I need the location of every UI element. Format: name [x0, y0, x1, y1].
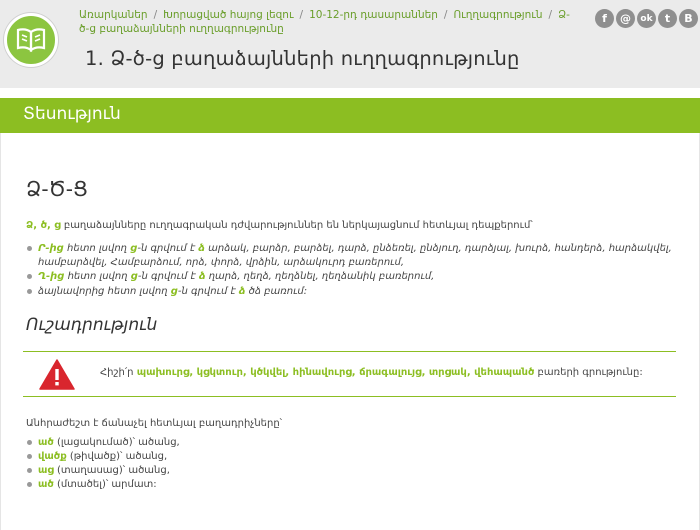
morpheme-word: ած — [38, 479, 54, 490]
highlight-letters: Ձ, ծ, ց — [26, 220, 61, 231]
morpheme-word: աց — [38, 465, 54, 476]
notice-prefix: Հիշի՛ր — [100, 367, 137, 378]
breadcrumb-orthography[interactable]: Ուղղագրություն — [453, 9, 542, 21]
warning-icon — [39, 359, 75, 390]
rule-examples: ծձ բառում: — [245, 285, 308, 297]
written-letter: ձ — [238, 285, 246, 297]
intro-paragraph: Ձ, ծ, ց բաղաձայնները ուղղագրական դժվարու… — [26, 220, 676, 231]
rule-text: -ն գրվում է — [177, 285, 239, 297]
rule-examples: ղարձ, ղեղձ, ղեղձնել, ղեղձանիկ բառերում, — [205, 271, 435, 282]
attention-title: Ուշադրություն — [26, 315, 158, 335]
written-letter: ձ — [198, 271, 206, 282]
heard-letter: ց — [170, 285, 178, 297]
book-logo-icon[interactable] — [4, 13, 58, 67]
rule-prefix: Ղ-ից — [38, 271, 65, 282]
intro-text: բաղաձայնները ուղղագրական դժվարություններ… — [60, 220, 533, 231]
rule-text: հետո լսվող — [63, 243, 131, 254]
morpheme-meaning: (մտածել)՝ արմատ: — [53, 479, 157, 490]
email-icon[interactable]: @ — [616, 9, 635, 28]
notice-text: Հիշի՛ր պախուրց, կցկտուր, կծկվել, հինավու… — [100, 367, 643, 378]
breadcrumb-separator: / — [548, 9, 553, 21]
notice-words: պախուրց, կցկտուր, կծկվել, հինավուրց, ճրա… — [136, 367, 535, 378]
breadcrumb-separator: / — [299, 9, 304, 21]
list-item: Ր-ից հետո լսվող ց-ն գրվում է ձ արձակ, բա… — [26, 242, 676, 269]
breadcrumb-subjects[interactable]: Առարկաներ — [79, 9, 148, 21]
morpheme-word: ած — [38, 437, 54, 448]
morpheme-meaning: (թիվածք)՝ ածանց, — [66, 451, 168, 462]
page-header: Առարկաներ / Խորացված հայոց լեզու / 10-12-րդ … — [0, 0, 700, 88]
list-item: ած (լացակումած)՝ ածանց, — [26, 436, 180, 450]
social-share-bar: f @ ok t B — [595, 9, 698, 28]
rule-text: հետո լսվող — [64, 271, 131, 282]
morpheme-meaning: (տաղասաց)՝ ածանց, — [53, 465, 170, 476]
morpheme-list-intro: Անհրաժեշտ է ճանաչել հետևյալ բաղադրիչները… — [26, 418, 283, 429]
vk-icon[interactable]: B — [679, 9, 698, 28]
notice-suffix: բառերի գրությունը: — [534, 367, 643, 378]
odnoklassniki-icon[interactable]: ok — [637, 9, 656, 28]
section-title: Ձ-Ծ-Ց — [26, 177, 88, 201]
rule-text: -ն գրվում է — [137, 271, 199, 282]
notice-box: Հիշի՛ր պախուրց, կցկտուր, կծկվել, հինավու… — [23, 351, 676, 397]
list-item: վածք (թիվածք)՝ ածանց, — [26, 450, 180, 464]
breadcrumb-advanced-armenian[interactable]: Խորացված հայոց լեզու — [163, 9, 293, 21]
list-item: ած (մտածել)՝ արմատ: — [26, 478, 180, 492]
list-item: Ղ-ից հետո լսվող ց-ն գրվում է ձ ղարձ, ղեղ… — [26, 270, 676, 284]
facebook-icon[interactable]: f — [595, 9, 614, 28]
morpheme-meaning: (լացակումած)՝ ածանց, — [53, 437, 180, 448]
breadcrumb-separator: / — [443, 9, 448, 21]
rule-text: ձայնավորից հետո լսվող — [38, 285, 171, 297]
breadcrumb: Առարկաներ / Խորացված հայոց լեզու / 10-12-րդ … — [79, 8, 579, 36]
list-item: աց (տաղասաց)՝ ածանց, — [26, 464, 180, 478]
morpheme-list: ած (լացակումած)՝ ածանց, վածք (թիվածք)՝ ա… — [26, 436, 180, 492]
twitter-icon[interactable]: t — [658, 9, 677, 28]
rule-prefix: Ր-ից — [38, 243, 64, 254]
morpheme-word: վածք — [38, 451, 67, 462]
breadcrumb-separator: / — [153, 9, 158, 21]
heard-letter: ց — [130, 271, 138, 282]
breadcrumb-grades[interactable]: 10-12-րդ դասարաններ — [309, 9, 438, 21]
theory-section-header: Տեսություն — [0, 98, 700, 133]
page-title: 1. Ձ-ծ-ց բաղաձայնների ուղղագրությունը — [85, 47, 520, 70]
list-item: ձայնավորից հետո լսվող ց-ն գրվում է ձ ծձ … — [26, 285, 676, 299]
written-letter: ձ — [198, 243, 205, 254]
rules-list: Ր-ից հետո լսվող ց-ն գրվում է ձ արձակ, բա… — [26, 242, 676, 299]
rule-text: -ն գրվում է — [137, 243, 199, 254]
